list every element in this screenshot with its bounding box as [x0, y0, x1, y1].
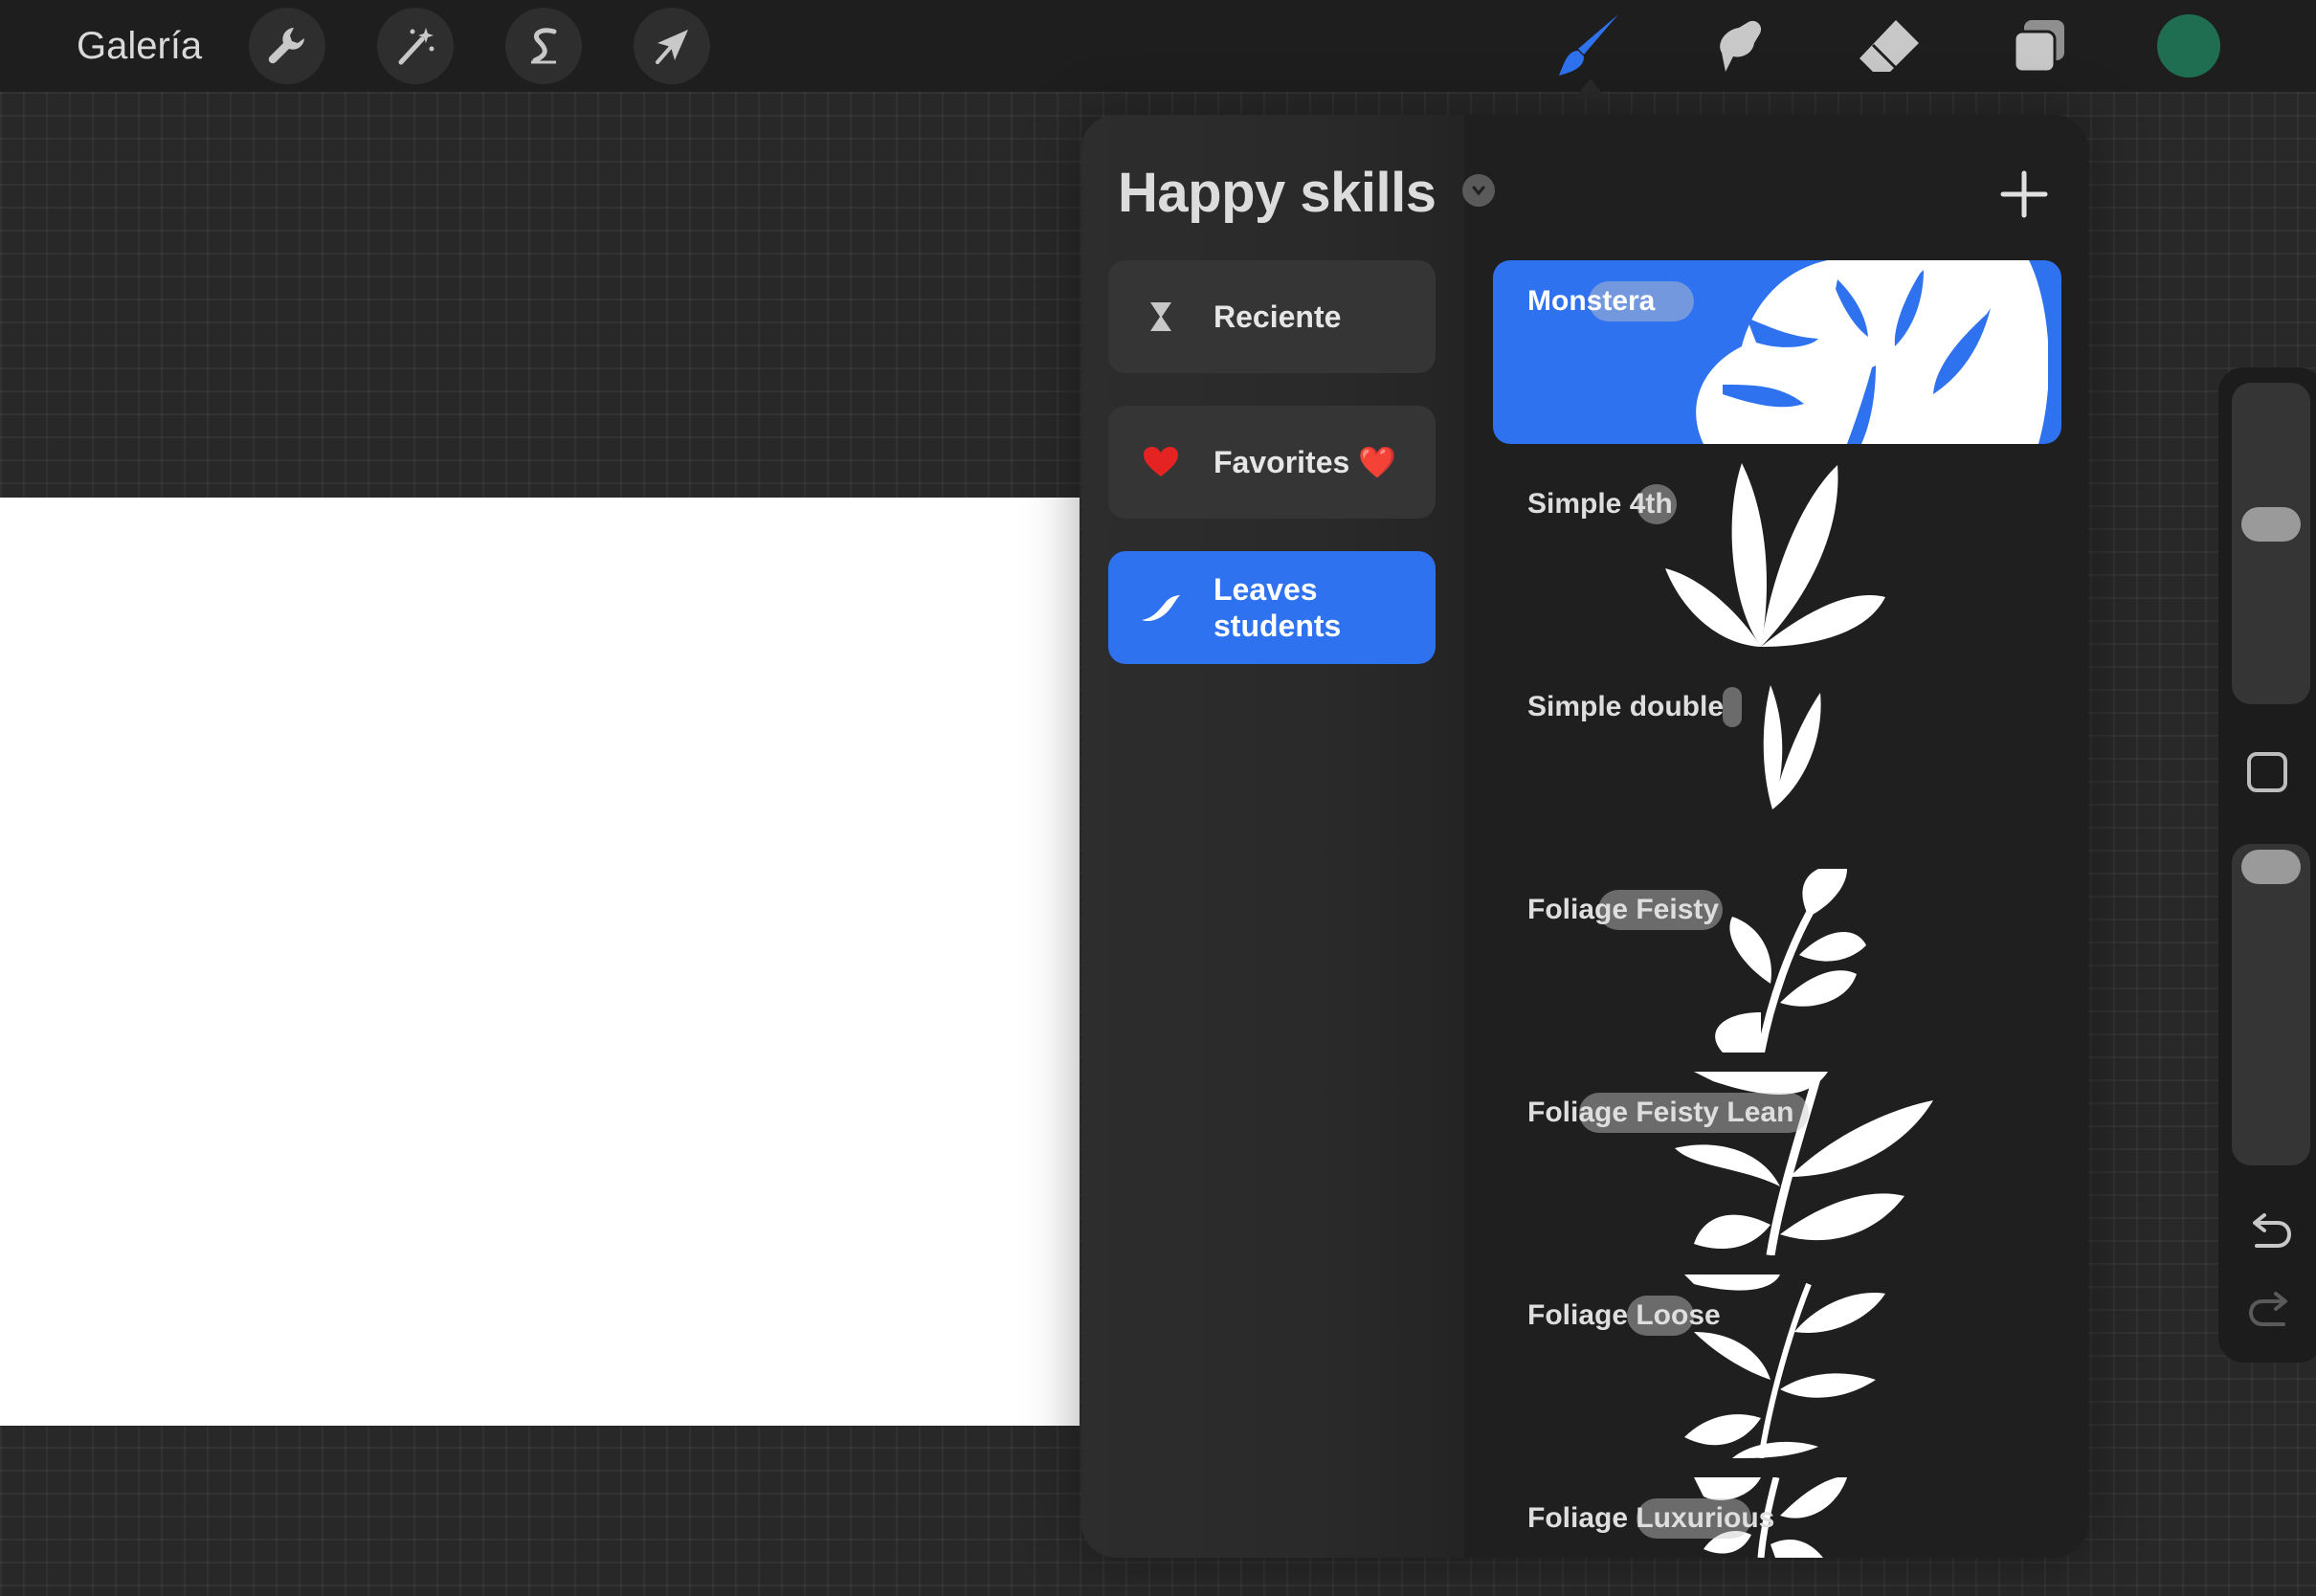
brush-name: Simple 4th: [1527, 488, 1673, 520]
adjustments-button[interactable]: [377, 8, 454, 84]
eraser-icon: [1859, 20, 1919, 72]
undo-icon: [2253, 1213, 2292, 1248]
transform-arrow-icon: [656, 30, 688, 64]
layers-button[interactable]: [2000, 8, 2077, 84]
opacity-slider[interactable]: [2232, 844, 2310, 1165]
brush-name: Foliage Luxurious: [1527, 1502, 1775, 1534]
selection-icon: [531, 28, 557, 64]
brush-set-label: Leaves students: [1214, 572, 1342, 643]
popover-pointer: [1575, 78, 1606, 98]
smudge-icon: [1720, 20, 1762, 72]
brush-name: Monstera: [1527, 285, 1656, 317]
sidebar: [2218, 367, 2316, 1363]
brush-item-foliage-feisty-lean[interactable]: Foliage Feisty Lean: [1493, 1072, 2061, 1255]
redo-icon: [2248, 1292, 2287, 1326]
eraser-tool-button[interactable]: [1851, 8, 1927, 84]
brush-set-reciente[interactable]: Reciente: [1108, 260, 1436, 373]
modify-button[interactable]: [2247, 752, 2287, 792]
brush-library-title[interactable]: Happy skills: [1118, 161, 1436, 225]
stroke-icon: [1142, 595, 1180, 622]
magic-wand-icon: [398, 28, 434, 65]
opacity-thumb[interactable]: [2241, 850, 2301, 884]
undo-button[interactable]: [2243, 1206, 2297, 1259]
brush-name: Simple double: [1527, 691, 1725, 722]
brush-size-slider[interactable]: [2232, 383, 2310, 704]
brush-name: Foliage Loose: [1527, 1299, 1721, 1331]
brush-item-simple-double[interactable]: Simple double: [1493, 666, 2061, 850]
layers-icon: [2013, 20, 2064, 74]
brush-item-foliage-feisty[interactable]: Foliage Feisty: [1493, 869, 2061, 1053]
brush-name: Foliage Feisty Lean: [1527, 1097, 1794, 1128]
brush-preview: [1763, 685, 1821, 809]
smudge-tool-button[interactable]: [1700, 8, 1776, 84]
brush-set-favorites[interactable]: Favorites ❤️: [1108, 406, 1436, 519]
chevron-down-icon: [1472, 186, 1485, 196]
wrench-icon: [268, 28, 304, 64]
brush-name: Foliage Feisty: [1527, 894, 1720, 925]
heart-icon: [1144, 447, 1178, 477]
add-brush-button[interactable]: [1991, 161, 2058, 228]
artboard[interactable]: [0, 498, 1080, 1426]
brush-preview: [1665, 463, 1885, 647]
brush-item-monstera[interactable]: Monstera: [1493, 260, 2061, 444]
plus-icon: [2000, 170, 2048, 218]
actions-button[interactable]: [249, 8, 325, 84]
brush-icon: [1559, 14, 1618, 76]
brush-set-label: Favorites ❤️: [1214, 445, 1397, 479]
transform-button[interactable]: [634, 8, 710, 84]
brush-item-foliage-luxurious[interactable]: Foliage Luxurious: [1493, 1477, 2061, 1558]
brush-set-label: Reciente: [1214, 299, 1342, 334]
hourglass-icon: [1150, 302, 1171, 331]
brush-library-panel: Happy skills Reciente Favorites ❤️ Leave…: [1081, 115, 2088, 1558]
top-toolbar: Galería: [0, 0, 2316, 92]
brush-set-leaves-students[interactable]: Leaves students: [1108, 551, 1436, 664]
title-chevron-button[interactable]: [1462, 174, 1495, 207]
brush-list: Monstera Simple 4th Simple double Foliag…: [1493, 260, 2061, 1558]
brush-item-foliage-loose[interactable]: Foliage Loose: [1493, 1275, 2061, 1458]
gallery-button[interactable]: Galería: [77, 21, 202, 71]
brush-tool-button[interactable]: [1550, 8, 1627, 84]
color-picker-button[interactable]: [2157, 14, 2220, 78]
redo-button[interactable]: [2243, 1284, 2297, 1338]
brush-size-thumb[interactable]: [2241, 507, 2301, 542]
brush-item-simple-4th[interactable]: Simple 4th: [1493, 463, 2061, 647]
selection-button[interactable]: [505, 8, 582, 84]
